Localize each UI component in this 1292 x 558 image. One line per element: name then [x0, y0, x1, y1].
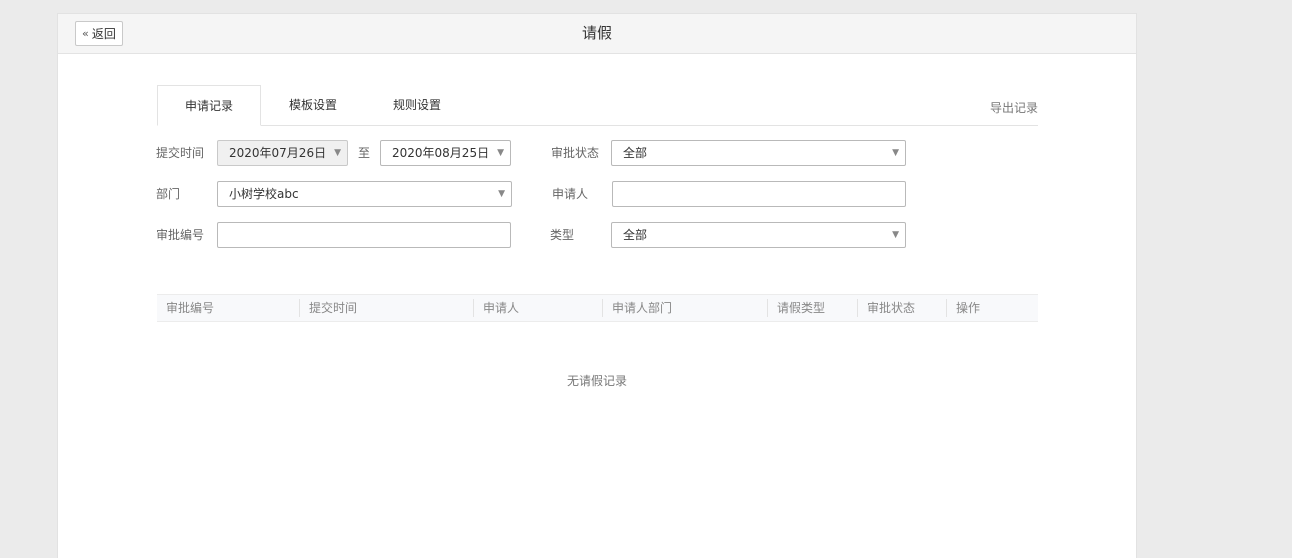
applicant-label: 申请人: [552, 187, 589, 201]
column-submit-time: 提交时间: [299, 299, 357, 317]
tab-template-settings[interactable]: 模板设置: [261, 85, 365, 125]
approval-number-input[interactable]: [217, 222, 511, 248]
column-leave-type: 请假类型: [767, 299, 825, 317]
caret-down-icon: ▼: [498, 189, 505, 199]
export-records-link[interactable]: 导出记录: [990, 99, 1038, 116]
date-to-picker[interactable]: 2020年08月25日 ▼: [380, 140, 511, 166]
column-actions: 操作: [946, 299, 980, 317]
date-to-value: 2020年08月25日: [392, 146, 490, 160]
department-label: 部门: [156, 187, 181, 201]
caret-down-icon: ▼: [334, 148, 341, 158]
empty-records-message: 无请假记录: [566, 374, 627, 388]
date-from-value: 2020年07月26日: [229, 146, 327, 160]
leave-panel: ‹‹ 返回 请假 申请记录 模板设置 规则设置 导出记录 提交时间 2020年0…: [57, 13, 1137, 558]
department-value: 小树学校abc: [229, 187, 299, 201]
column-applicant-department: 申请人部门: [602, 299, 672, 317]
tab-bar: 申请记录 模板设置 规则设置 导出记录: [157, 85, 1038, 126]
caret-down-icon: ▼: [497, 148, 504, 158]
approval-status-select[interactable]: 全部 ▼: [611, 140, 906, 166]
column-applicant: 申请人: [473, 299, 519, 317]
column-approval-number: 审批编号: [166, 301, 215, 315]
tab-application-records[interactable]: 申请记录: [157, 85, 261, 126]
column-approval-status: 审批状态: [857, 299, 915, 317]
tab-rule-settings[interactable]: 规则设置: [365, 85, 469, 125]
applicant-input[interactable]: [612, 181, 906, 207]
submit-time-label: 提交时间: [156, 146, 205, 160]
type-label: 类型: [550, 228, 575, 242]
caret-down-icon: ▼: [892, 148, 899, 158]
department-select[interactable]: 小树学校abc ▼: [217, 181, 512, 207]
approval-status-value: 全部: [623, 146, 648, 160]
approval-number-label: 审批编号: [156, 228, 205, 242]
type-select[interactable]: 全部 ▼: [611, 222, 906, 248]
approval-status-label: 审批状态: [551, 146, 600, 160]
page-title: 请假: [581, 24, 612, 42]
type-value: 全部: [623, 228, 648, 242]
date-range-separator: 至: [358, 146, 371, 160]
date-from-picker[interactable]: 2020年07月26日 ▼: [217, 140, 348, 166]
page-header: ‹‹ 返回 请假: [58, 14, 1136, 54]
records-table-header: 审批编号 提交时间 申请人 申请人部门 请假类型 审批状态 操作: [157, 294, 1038, 322]
caret-down-icon: ▼: [892, 230, 899, 240]
